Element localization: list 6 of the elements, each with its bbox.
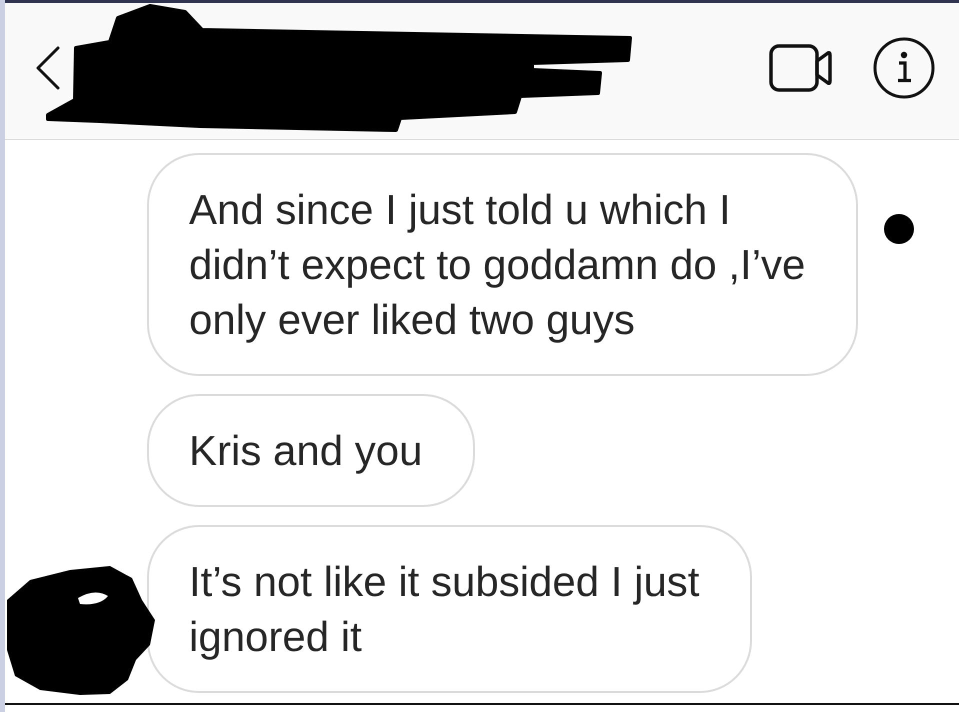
message-bubble: And since I just told u which I didn’t expect to goddamn do ,I’ve only ever liked two guys: [147, 153, 858, 376]
message-bubble: It’s not like it subsided I just ignored it: [147, 525, 752, 693]
back-chevron-icon[interactable]: [35, 46, 61, 90]
info-icon[interactable]: [873, 37, 935, 99]
message-bubble: Kris and you: [147, 394, 475, 507]
video-camera-icon[interactable]: [769, 44, 832, 92]
